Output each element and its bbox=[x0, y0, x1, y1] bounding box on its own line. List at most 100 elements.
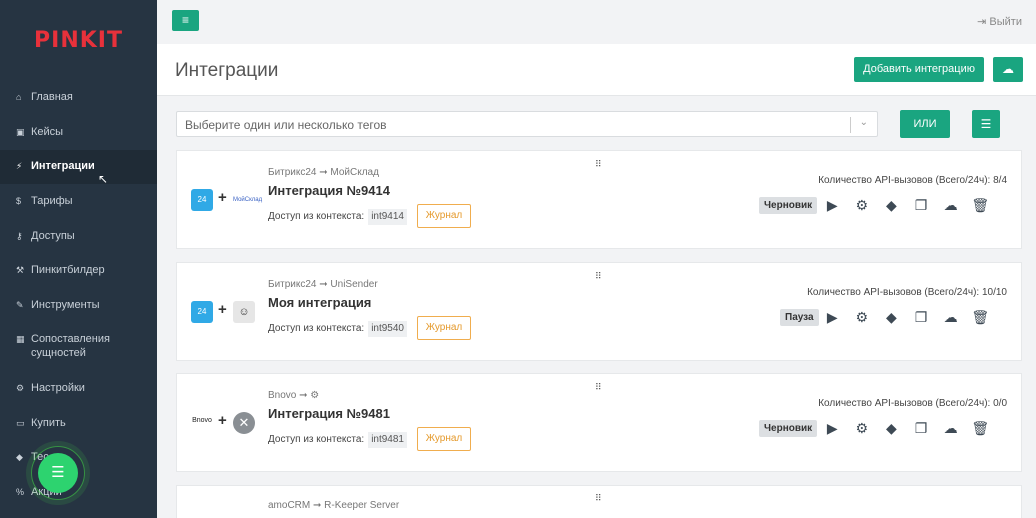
sidebar-item-label: Тарифы bbox=[31, 195, 73, 207]
home-icon: ⌂ bbox=[16, 92, 22, 102]
tags-icon: ◆ bbox=[16, 452, 23, 462]
chevron-down-icon[interactable]: ⌄ bbox=[860, 117, 868, 128]
integration-route: Bnovo ➞ ⚙ bbox=[268, 390, 320, 401]
logo-text: PINKIT bbox=[34, 27, 123, 53]
context-access: Доступ из контекста: int9414 bbox=[268, 209, 407, 225]
topbar: ≡ ⇥ Выйти bbox=[157, 0, 1036, 44]
copy-icon[interactable]: ❐ bbox=[906, 308, 936, 326]
sidebar-item-tools[interactable]: ✎ Инструменты bbox=[0, 298, 157, 312]
sidebar-item-settings[interactable]: ⚙ Настройки bbox=[0, 381, 157, 395]
sidebar-item-main[interactable]: ⌂ Главная bbox=[0, 90, 157, 104]
trash-icon[interactable]: 🗑 bbox=[965, 308, 995, 326]
sidebar-item-builder[interactable]: ⚒ Пинкитбилдер bbox=[0, 263, 157, 277]
list-icon: ☰ bbox=[980, 117, 992, 131]
bnovo-logo: Bnovo bbox=[191, 412, 213, 434]
plug-icon: ⚡ bbox=[16, 161, 23, 171]
trash-icon[interactable]: 🗑 bbox=[965, 419, 995, 437]
dollar-icon: $ bbox=[16, 196, 22, 206]
gear-icon[interactable]: ⚙ bbox=[847, 419, 877, 437]
chat-widget-button[interactable]: ☰ bbox=[38, 453, 78, 493]
logout-link[interactable]: ⇥ Выйти bbox=[977, 15, 1022, 28]
gear-icon[interactable]: ⚙ bbox=[847, 308, 877, 326]
empty-service-icon: ✕ bbox=[233, 412, 255, 434]
list-view-button[interactable]: ☰ bbox=[972, 110, 1000, 138]
wrench-icon: ✎ bbox=[16, 300, 24, 310]
context-code: int9540 bbox=[368, 321, 407, 337]
plus-sign: + bbox=[218, 301, 227, 318]
journal-button[interactable]: Журнал bbox=[417, 204, 471, 228]
page-title: Интеграции bbox=[175, 60, 279, 81]
plus-sign: + bbox=[218, 189, 227, 206]
gear-icon[interactable]: ⚙ bbox=[847, 196, 877, 214]
percent-icon: % bbox=[16, 487, 25, 497]
trash-icon[interactable]: 🗑 bbox=[965, 196, 995, 214]
integration-card[interactable]: ⠿ 24 + ☺ Битрикс24 ➞ UniSender Моя интег… bbox=[176, 262, 1022, 361]
sidebar-item-label: Сопоставления сущностей bbox=[31, 333, 110, 359]
tag-select[interactable]: Выберите один или несколько тегов ⌄ bbox=[176, 111, 878, 137]
drag-handle-icon[interactable]: ⠿ bbox=[595, 159, 602, 170]
sidebar-item-label: Кейсы bbox=[31, 126, 64, 138]
integration-card[interactable]: ⠿ amoCRM ➞ R-Keeper Server bbox=[176, 485, 1022, 518]
card-actions: ▶ ⚙ ◆ ❐ ☁ 🗑 bbox=[817, 196, 995, 214]
play-icon[interactable]: ▶ bbox=[817, 419, 847, 437]
cloud-download-icon[interactable]: ☁ bbox=[936, 308, 966, 326]
context-access: Доступ из контекста: int9540 bbox=[268, 321, 407, 337]
cloud-download-button[interactable]: ☁ bbox=[993, 57, 1023, 82]
api-calls-count: Количество API-вызовов (Всего/24ч): 0/0 bbox=[818, 398, 1007, 409]
cloud-download-icon[interactable]: ☁ bbox=[936, 419, 966, 437]
sidebar-item-cases[interactable]: ▣ Кейсы bbox=[0, 125, 157, 139]
card-actions: ▶ ⚙ ◆ ❐ ☁ 🗑 bbox=[817, 308, 995, 326]
journal-button[interactable]: Журнал bbox=[417, 316, 471, 340]
sidebar-item-integrations[interactable]: ⚡ Интеграции bbox=[0, 150, 157, 184]
add-integration-button[interactable]: Добавить интеграцию bbox=[854, 57, 984, 82]
select-divider bbox=[850, 117, 851, 133]
menu-toggle-button[interactable]: ≡ bbox=[172, 10, 199, 31]
integration-card[interactable]: ⠿ 24 + МойСклад Битрикс24 ➞ МойСклад Инт… bbox=[176, 150, 1022, 249]
sidebar-item-buy[interactable]: ▭ Купить bbox=[0, 416, 157, 430]
key-icon: ⚷ bbox=[16, 231, 23, 241]
mouse-cursor-icon: ↖ bbox=[98, 172, 109, 186]
sidebar-item-label: Купить bbox=[31, 417, 66, 429]
brand-logo[interactable]: PINKIT bbox=[0, 0, 157, 80]
plus-sign: + bbox=[218, 412, 227, 429]
or-toggle-button[interactable]: ИЛИ bbox=[900, 110, 950, 138]
integration-route: Битрикс24 ➞ МойСклад bbox=[268, 167, 379, 178]
sidebar-item-mappings[interactable]: ▦ Сопоставления сущностей bbox=[0, 332, 157, 360]
integration-title[interactable]: Интеграция №9481 bbox=[268, 406, 390, 421]
drag-handle-icon[interactable]: ⠿ bbox=[595, 382, 602, 393]
status-badge: Пауза bbox=[780, 309, 819, 326]
journal-button[interactable]: Журнал bbox=[417, 427, 471, 451]
hamburger-icon: ≡ bbox=[181, 13, 189, 27]
tags-icon[interactable]: ◆ bbox=[877, 419, 907, 437]
status-badge: Черновик bbox=[759, 420, 818, 437]
integration-title[interactable]: Интеграция №9414 bbox=[268, 183, 390, 198]
drag-handle-icon[interactable]: ⠿ bbox=[595, 493, 602, 504]
sidebar-item-tariffs[interactable]: $ Тарифы bbox=[0, 194, 157, 208]
drag-handle-icon[interactable]: ⠿ bbox=[595, 271, 602, 282]
sidebar: PINKIT ⌂ Главная ▣ Кейсы ⚡ Интеграции $ Тарифы ⚷… bbox=[0, 0, 157, 518]
unisender-logo: ☺ bbox=[233, 301, 255, 323]
gears-icon: ⚙ bbox=[16, 383, 25, 393]
tags-icon[interactable]: ◆ bbox=[877, 308, 907, 326]
chat-icon: ☰ bbox=[51, 464, 65, 481]
integration-card[interactable]: ⠿ Bnovo + ✕ Bnovo ➞ ⚙ Интеграция №9481 Д… bbox=[176, 373, 1022, 472]
context-code: int9481 bbox=[368, 432, 407, 448]
integration-route: Битрикс24 ➞ UniSender bbox=[268, 279, 378, 290]
sidebar-item-access[interactable]: ⚷ Доступы bbox=[0, 229, 157, 243]
bitrix24-logo: 24 bbox=[191, 301, 213, 323]
play-icon[interactable]: ▶ bbox=[817, 308, 847, 326]
sidebar-item-label: Доступы bbox=[31, 230, 75, 242]
play-icon[interactable]: ▶ bbox=[817, 196, 847, 214]
briefcase-icon: ▣ bbox=[16, 127, 25, 137]
integration-title[interactable]: Моя интеграция bbox=[268, 295, 371, 310]
cloud-download-icon[interactable]: ☁ bbox=[936, 196, 966, 214]
sidebar-item-label: Главная bbox=[31, 91, 73, 103]
integration-route: amoCRM ➞ R-Keeper Server bbox=[268, 500, 400, 511]
page-header: Интеграции Добавить интеграцию ☁ bbox=[157, 44, 1036, 96]
api-calls-count: Количество API-вызовов (Всего/24ч): 10/1… bbox=[807, 287, 1007, 298]
tags-icon[interactable]: ◆ bbox=[877, 196, 907, 214]
tag-select-placeholder: Выберите один или несколько тегов bbox=[185, 118, 387, 132]
copy-icon[interactable]: ❐ bbox=[906, 196, 936, 214]
table-icon: ▦ bbox=[16, 334, 25, 344]
copy-icon[interactable]: ❐ bbox=[906, 419, 936, 437]
